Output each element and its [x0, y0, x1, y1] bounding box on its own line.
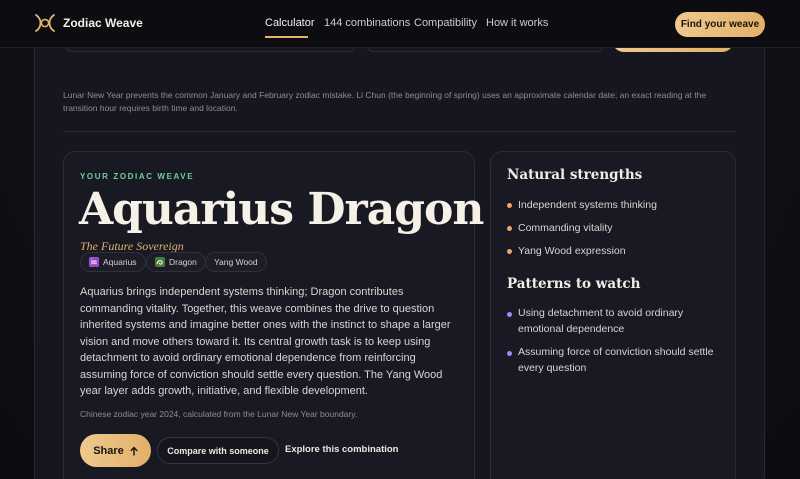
chip-aquarius[interactable]: ♒ Aquarius: [80, 252, 146, 272]
pattern-item: Using detachment to avoid ordinary emoti…: [518, 307, 684, 335]
bullet-dot: [507, 226, 512, 231]
chip-label: Aquarius: [103, 257, 137, 267]
find-your-weave-button[interactable]: Find your weave: [675, 12, 765, 37]
bullet-dot: [507, 249, 512, 254]
explore-combination-link[interactable]: Explore this combination: [285, 444, 399, 455]
nav-compatibility[interactable]: Compatibility: [414, 17, 477, 29]
patterns-heading: Patterns to watch: [507, 276, 641, 292]
brand-name: Zodiac Weave: [63, 16, 143, 30]
bullet-dot: [507, 312, 512, 317]
nav-calculator[interactable]: Calculator: [265, 17, 315, 29]
pattern-item: Assuming force of conviction should sett…: [518, 346, 714, 374]
active-nav-indicator: [265, 36, 308, 38]
bullet-dot: [507, 351, 512, 356]
strength-item: Commanding vitality: [518, 222, 613, 234]
aquarius-icon: ♒: [89, 257, 99, 267]
chip-dragon[interactable]: Dragon: [146, 252, 206, 272]
nav-how-it-works[interactable]: How it works: [486, 17, 548, 29]
zodiac-weave-logo-icon: [35, 14, 55, 32]
chip-label: Dragon: [169, 257, 197, 267]
share-label: Share: [93, 444, 124, 457]
strength-item: Independent systems thinking: [518, 199, 657, 211]
section-divider: [63, 131, 735, 132]
nav-144-combinations[interactable]: 144 combinations: [324, 17, 410, 29]
top-navigation-bar: Zodiac Weave Calculator 144 combinations…: [0, 0, 800, 48]
year-calculation-note: Chinese zodiac year 2024, calculated fro…: [80, 409, 358, 419]
strengths-heading: Natural strengths: [507, 167, 643, 183]
result-title: Aquarius Dragon: [79, 184, 484, 235]
share-button[interactable]: Share: [80, 434, 151, 467]
result-description: Aquarius brings independent systems thin…: [80, 286, 451, 397]
lunar-new-year-note: Lunar New Year prevents the common Janua…: [63, 90, 707, 113]
chip-label: Yang Wood: [214, 257, 258, 267]
dragon-icon: [155, 257, 165, 267]
arrow-up-icon: [130, 445, 138, 456]
bullet-dot: [507, 203, 512, 208]
result-eyebrow: YOUR ZODIAC WEAVE: [80, 172, 195, 181]
compare-button[interactable]: Compare with someone: [157, 437, 279, 464]
strength-item: Yang Wood expression: [518, 245, 626, 257]
chip-yang-wood[interactable]: Yang Wood: [205, 252, 267, 272]
